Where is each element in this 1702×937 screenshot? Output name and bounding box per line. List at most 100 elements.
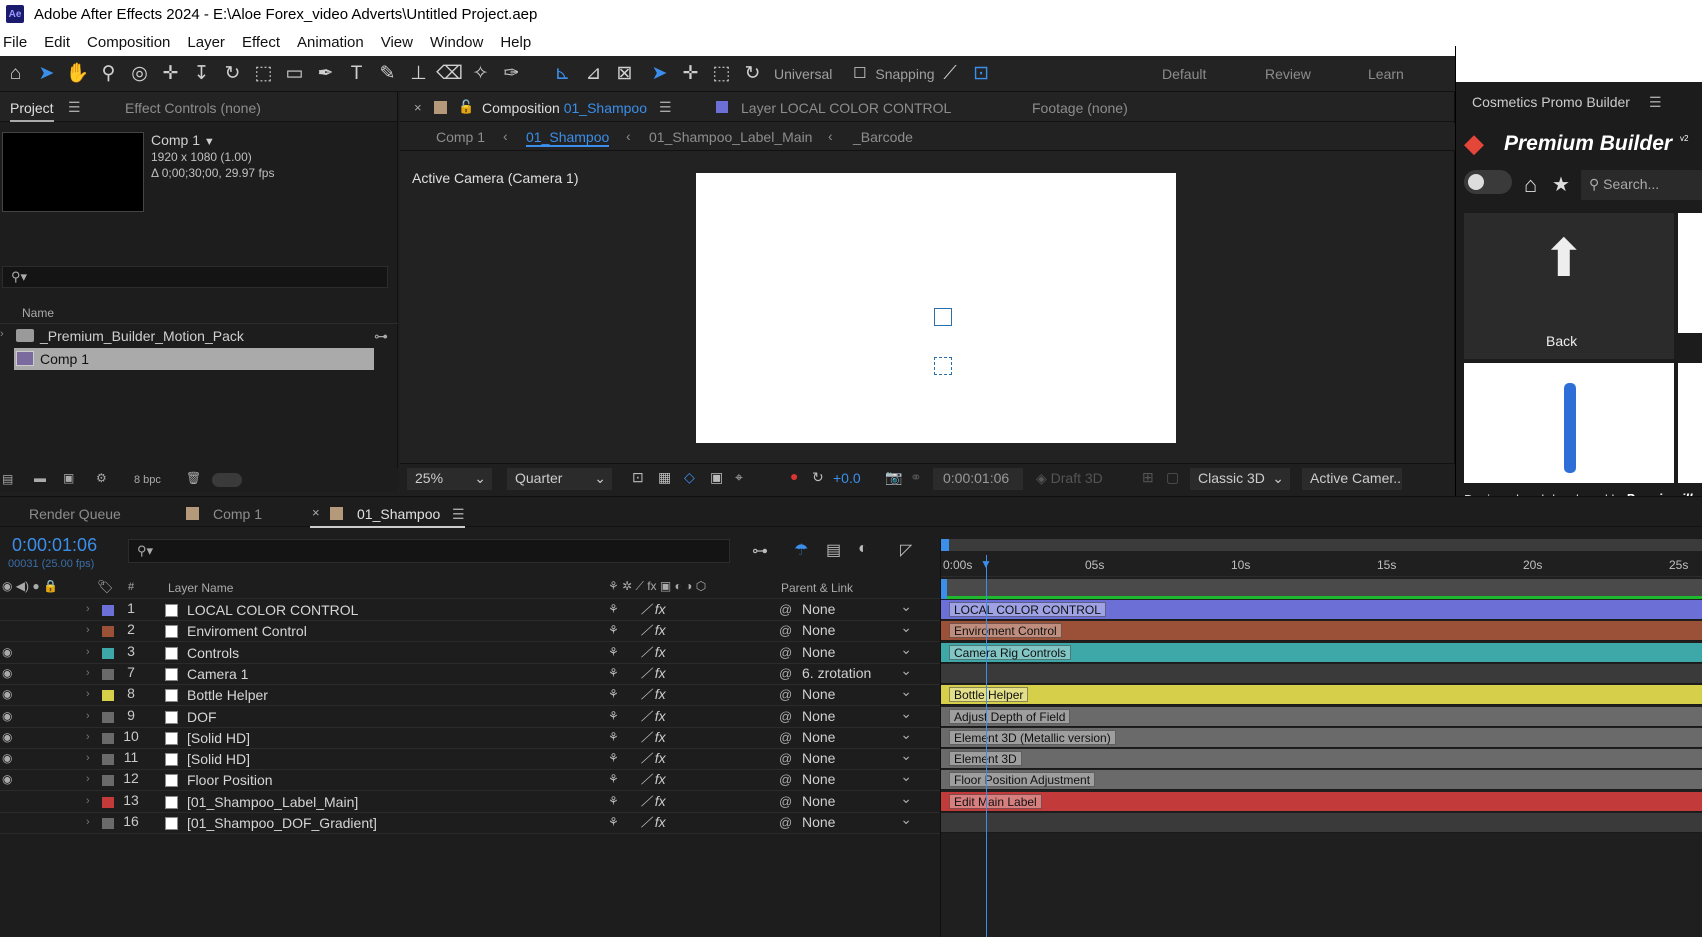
expand-icon[interactable]: › [86, 646, 90, 658]
rotate-3d-icon[interactable]: ↻ [737, 56, 768, 92]
menu-animation[interactable]: Animation [297, 34, 364, 51]
trash-icon[interactable]: 🗑 [186, 471, 201, 485]
expand-icon[interactable]: › [0, 328, 4, 340]
dolly-camera-icon[interactable]: ↧ [186, 56, 217, 92]
local-axis-icon[interactable]: ⊾ [547, 56, 578, 92]
move-3d-icon[interactable]: ✛ [675, 56, 706, 92]
pickwhip-icon[interactable]: @ [779, 794, 792, 809]
eye-icon[interactable]: ◉ [2, 730, 12, 744]
menu-file[interactable]: File [3, 34, 27, 51]
layer-color-label[interactable] [102, 690, 114, 702]
eye-icon[interactable]: ◉ [2, 645, 12, 659]
shy-switch-icon[interactable]: ⚘ [608, 751, 619, 765]
playhead[interactable] [986, 555, 987, 937]
fx-switch-icon[interactable]: ⟋ fx [641, 686, 666, 703]
crumb-barcode[interactable]: _Barcode [853, 129, 913, 145]
layer-row[interactable]: › 2 Enviroment Control ⚘ ⟋ fx @ None [0, 619, 942, 643]
fx-switch-icon[interactable]: ⟋ fx [641, 771, 666, 788]
menu-window[interactable]: Window [430, 34, 483, 51]
layer-name[interactable]: [01_Shampoo_Label_Main] [187, 794, 358, 810]
resolution-dropdown[interactable]: Quarter ⌄ [507, 468, 612, 490]
pickwhip-icon[interactable]: @ [779, 815, 792, 830]
workspace-learn[interactable]: Learn [1368, 66, 1404, 82]
expand-icon[interactable]: › [86, 603, 90, 615]
comp-name[interactable]: Comp 1 ▼ [151, 132, 215, 148]
expand-icon[interactable]: › [86, 752, 90, 764]
puppet-pin-icon[interactable]: ✑ [496, 56, 527, 92]
shy-switch-icon[interactable]: ⚘ [608, 709, 619, 723]
render-queue-tab[interactable]: Render Queue [29, 506, 121, 522]
rotate-tool-icon[interactable]: ↻ [217, 56, 248, 92]
home-icon[interactable]: ⌂ [1524, 172, 1537, 198]
comp1-timeline-tab[interactable]: Comp 1 [213, 506, 262, 522]
snapping-label[interactable]: Snapping [875, 66, 934, 82]
shy-switch-icon[interactable]: ⚘ [608, 666, 619, 680]
layer-color-label[interactable] [102, 775, 114, 787]
expand-icon[interactable]: › [86, 667, 90, 679]
channel-icon[interactable]: ● [790, 468, 798, 484]
project-search-input[interactable]: ⚲▾ [2, 266, 388, 288]
layer-name[interactable]: Enviroment Control [187, 623, 307, 639]
layer-duration-bar[interactable] [941, 813, 1702, 833]
time-graph[interactable]: 0:00s 05s 10s 15s 20s 25s LOCAL COLOR CO… [940, 539, 1702, 937]
project-item-comp[interactable]: Comp 1 [14, 348, 374, 370]
shy-switch-icon[interactable]: ⚘ [608, 645, 619, 659]
fx-switch-icon[interactable]: ⟋ fx [641, 750, 666, 767]
layer-row[interactable]: ◉ › 7 Camera 1 ⚘ ⟋ fx @6. zrotation [0, 662, 942, 685]
number-column[interactable]: # [128, 581, 134, 593]
fx-switch-icon[interactable]: ⟋ fx [641, 793, 666, 810]
expand-icon[interactable]: › [86, 816, 90, 828]
timeline-menu-icon[interactable]: ☰ [452, 506, 465, 523]
menu-help[interactable]: Help [500, 34, 531, 51]
layer-color-label[interactable] [102, 732, 114, 744]
eraser-tool-icon[interactable]: ⌫ [434, 56, 465, 92]
snapshot-icon[interactable]: 📷 [885, 469, 902, 486]
layer-duration-bar[interactable]: Element 3D (Metallic version) [941, 727, 1702, 748]
frame-blending-icon[interactable]: ▤ [826, 540, 841, 560]
parent-dropdown[interactable]: 6. zrotation [802, 662, 912, 681]
menu-view[interactable]: View [381, 34, 413, 51]
close-tab-icon[interactable]: × [312, 505, 320, 520]
expand-icon[interactable]: › [86, 795, 90, 807]
layer-name[interactable]: LOCAL COLOR CONTROL [187, 602, 358, 618]
layer-row[interactable]: ◉ › 9 DOF ⚘ ⟋ fx @ None [0, 705, 942, 728]
comp-flowchart-icon[interactable]: ⊶ [752, 541, 768, 561]
current-time-display[interactable]: 0:00:01:06 [933, 468, 1023, 490]
layer-duration-bar[interactable]: Adjust Depth of Field [941, 706, 1702, 727]
snap-options-icon[interactable]: ⟋ [935, 56, 966, 92]
selection-tool-icon[interactable]: ➤ [31, 56, 62, 92]
brush-tool-icon[interactable]: ✎ [372, 56, 403, 92]
hand-tool-icon[interactable]: ✋ [62, 56, 93, 92]
clone-stamp-icon[interactable]: ⊥ [403, 56, 434, 92]
axis-mode-label[interactable]: Universal [774, 66, 832, 82]
snap-target-icon[interactable]: ⊡ [966, 56, 997, 92]
graph-editor-icon[interactable]: ◸ [900, 540, 912, 560]
name-column[interactable]: Name [22, 306, 54, 320]
layer-duration-bar[interactable]: Bottle Helper [941, 685, 1702, 706]
layer-name[interactable]: [Solid HD] [187, 751, 250, 767]
new-comp-icon[interactable]: ▣ [63, 471, 74, 485]
layer-name[interactable]: [Solid HD] [187, 730, 250, 746]
transparency-grid-icon[interactable]: ▦ [658, 469, 671, 486]
layer-handle[interactable] [934, 357, 952, 375]
interpret-footage-icon[interactable]: ▤ [2, 472, 13, 486]
view-dropdown[interactable]: Active Camer... [1302, 468, 1402, 490]
label-column-icon[interactable]: 🏷 [97, 579, 114, 595]
eye-icon[interactable]: ◉ [2, 751, 12, 765]
region-icon[interactable]: ⊡ [632, 469, 644, 486]
pan-camera-icon[interactable]: ✛ [155, 56, 186, 92]
eye-icon[interactable]: ◉ [2, 772, 12, 786]
extended-viewer-icon[interactable]: ⊞ [1142, 469, 1154, 486]
shy-layers-icon[interactable]: ☂ [794, 540, 808, 560]
effect-controls-tab[interactable]: Effect Controls (none) [125, 100, 261, 116]
layer-color-label[interactable] [102, 668, 114, 680]
fx-switch-icon[interactable]: ⟋ fx [641, 601, 666, 618]
fx-switch-icon[interactable]: ⟋ fx [641, 708, 666, 725]
preset-tile[interactable] [1678, 213, 1702, 333]
pickwhip-icon[interactable]: @ [779, 645, 792, 660]
layer-color-label[interactable] [102, 605, 114, 616]
layer-duration-bar[interactable]: Camera Rig Controls [941, 642, 1702, 663]
layer-tab[interactable]: Layer LOCAL COLOR CONTROL [741, 100, 951, 116]
project-tab[interactable]: Project [10, 100, 54, 122]
layer-duration-bar[interactable]: Enviroment Control [941, 621, 1702, 642]
